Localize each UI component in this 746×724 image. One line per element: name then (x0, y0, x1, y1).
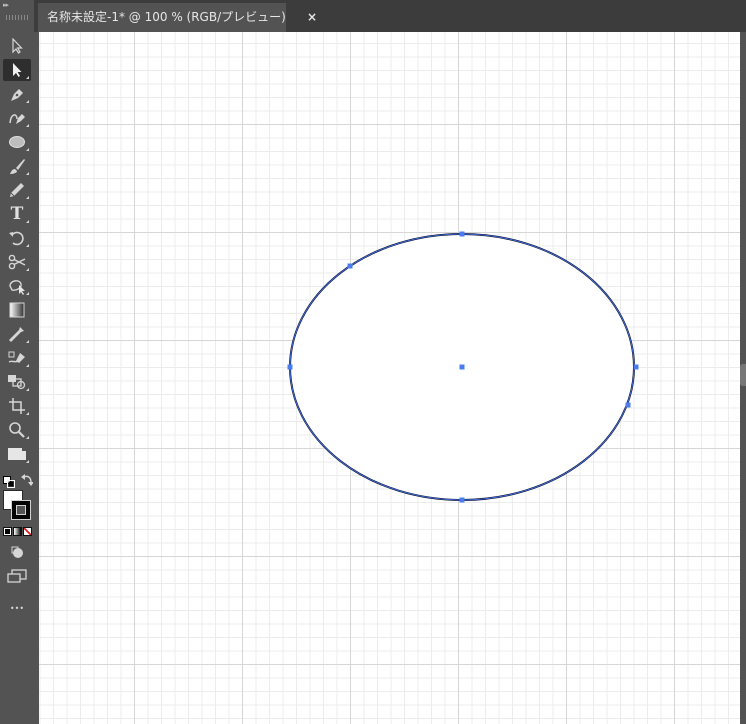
drag-handle[interactable] (6, 15, 28, 20)
drawing-modes-button[interactable] (3, 541, 31, 563)
blend-tool[interactable] (3, 347, 31, 369)
artboard-icon (9, 398, 25, 414)
shape-builder-tool[interactable] (3, 371, 31, 393)
ellipse-artwork[interactable] (39, 32, 740, 724)
anchor-point-left[interactable] (287, 364, 293, 370)
edit-toolbar-button[interactable]: ••• (3, 597, 31, 619)
hand-tool[interactable] (3, 443, 31, 465)
curvature-tool[interactable] (3, 107, 31, 129)
brush-icon (10, 159, 25, 174)
ellipse-center-point[interactable] (459, 364, 465, 370)
ellipse-icon (9, 136, 25, 148)
eyedropper-tool[interactable] (3, 323, 31, 345)
scissors-tool[interactable] (3, 251, 31, 273)
eyedropper-icon (9, 327, 24, 342)
ellipse-radius-widget[interactable] (625, 402, 631, 408)
gradient-icon (9, 302, 25, 318)
curvature-pen-icon (9, 114, 25, 124)
tools-panel: ▸▸ T ••• (0, 0, 35, 724)
pen-icon (11, 89, 23, 101)
ellipse-tool[interactable] (3, 131, 31, 153)
swap-arrow-icon (21, 474, 34, 486)
artboard-tool[interactable] (3, 395, 31, 417)
zoom-icon (9, 422, 25, 438)
close-tab-button[interactable]: × (304, 3, 320, 32)
type-tool[interactable]: T (3, 203, 31, 225)
shape-builder-icon (8, 375, 26, 390)
selection-tool[interactable] (3, 35, 31, 57)
ellipse-pie-widget[interactable] (347, 263, 353, 269)
direct-selection-tool[interactable] (3, 59, 31, 81)
document-tab-bar: 名称未設定-1* @ 100 % (RGB/プレビュー) × (34, 0, 746, 32)
type-icon: T (10, 204, 24, 224)
stroke-swatch[interactable] (11, 500, 31, 520)
toolbar-grip[interactable]: ▸▸ (0, 0, 34, 24)
artboard-canvas[interactable] (39, 32, 740, 724)
default-colors-icon (3, 476, 15, 488)
pencil-tool[interactable] (3, 179, 31, 201)
screen-mode-button[interactable] (3, 565, 31, 587)
arrow-filled-icon (13, 63, 22, 77)
rotate-tool[interactable] (3, 227, 31, 249)
zoom-tool[interactable] (3, 419, 31, 441)
color-mode-button[interactable] (3, 527, 12, 536)
blend-icon (8, 351, 25, 363)
stroke-swatch-inner (16, 505, 26, 515)
anchor-point-bottom[interactable] (459, 497, 465, 503)
pencil-icon (10, 183, 24, 197)
panel-collapse-handle[interactable] (740, 364, 746, 386)
swap-fill-stroke-button[interactable] (21, 472, 34, 486)
none-mode-button[interactable] (23, 527, 32, 536)
collapse-icon[interactable]: ▸▸ (3, 1, 9, 9)
paintbrush-tool[interactable] (3, 155, 31, 177)
screen-mode-icon (7, 569, 27, 583)
gradient-tool[interactable] (3, 299, 31, 321)
draw-mode-icon (11, 546, 23, 558)
gradient-mode-button[interactable] (13, 527, 22, 536)
anchor-point-right[interactable] (633, 364, 639, 370)
document-tab[interactable]: 名称未設定-1* @ 100 % (RGB/プレビュー) (38, 3, 286, 32)
rotate-icon (9, 231, 24, 246)
submenu-indicator (26, 76, 29, 79)
hand-icon (8, 448, 26, 460)
anchor-point-top[interactable] (459, 231, 465, 237)
warp-icon (9, 280, 25, 295)
more-icon: ••• (9, 603, 25, 613)
scissors-icon (8, 254, 26, 270)
puppet-warp-tool[interactable] (3, 275, 31, 297)
arrow-outline-icon (12, 38, 23, 54)
pen-tool[interactable] (3, 83, 31, 105)
default-fill-stroke-button[interactable] (3, 473, 15, 488)
